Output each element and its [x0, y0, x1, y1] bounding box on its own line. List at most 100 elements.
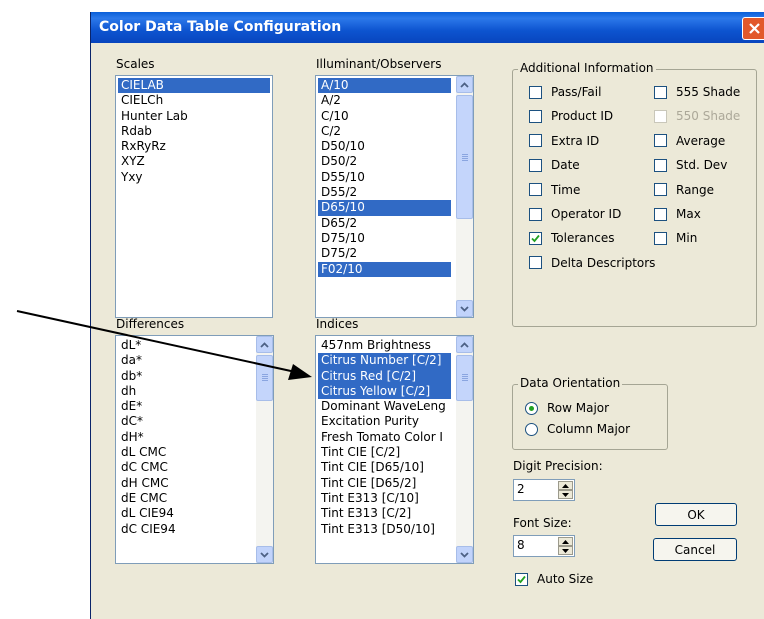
- checkbox-max[interactable]: Max: [654, 207, 701, 221]
- list-item[interactable]: Tint E313 [C/10]: [318, 491, 451, 506]
- checkbox-555-shade[interactable]: 555 Shade: [654, 85, 740, 99]
- checkbox-time[interactable]: Time: [529, 183, 580, 197]
- list-item[interactable]: dL CIE94: [118, 506, 251, 521]
- list-item[interactable]: dH*: [118, 430, 251, 445]
- scroll-up-button[interactable]: [256, 336, 273, 353]
- differences-listbox[interactable]: dL* da* db* dh dE* dC* dH* dL CMC dC CMC dH CMC dE…: [115, 335, 274, 564]
- scroll-down-button[interactable]: [456, 546, 473, 563]
- checkbox-box: [529, 134, 542, 148]
- checkbox-date[interactable]: Date: [529, 158, 580, 172]
- list-item[interactable]: dC CMC: [118, 460, 251, 475]
- list-item[interactable]: D50/10: [318, 139, 451, 154]
- auto-size-checkbox[interactable]: Auto Size: [515, 572, 593, 586]
- spin-down-button[interactable]: [558, 546, 573, 555]
- scroll-thumb[interactable]: [256, 355, 273, 401]
- list-item[interactable]: Citrus Red [C/2]: [318, 368, 451, 384]
- digit-precision-spinner[interactable]: 2: [513, 479, 575, 501]
- cancel-button[interactable]: Cancel: [653, 538, 737, 561]
- list-item[interactable]: dh: [118, 384, 251, 399]
- scroll-down-button[interactable]: [456, 300, 473, 317]
- checkbox-average[interactable]: Average: [654, 134, 725, 148]
- font-size-spinner[interactable]: 8: [513, 535, 575, 557]
- list-item[interactable]: Tint CIE [D65/2]: [318, 476, 451, 491]
- scroll-up-button[interactable]: [456, 76, 473, 93]
- spin-up-button[interactable]: [558, 481, 573, 490]
- checkbox-operator-id[interactable]: Operator ID: [529, 207, 621, 221]
- scroll-thumb[interactable]: [456, 95, 473, 219]
- differences-scrollbar[interactable]: [256, 336, 273, 563]
- scroll-down-button[interactable]: [256, 546, 273, 563]
- indices-listbox[interactable]: 457nm Brightness Citrus Number [C/2] Citru…: [315, 335, 474, 564]
- list-item[interactable]: Tint E313 [D50/10]: [318, 522, 451, 537]
- list-item[interactable]: CIELCh: [118, 93, 270, 108]
- scales-label: Scales: [116, 57, 155, 71]
- scales-items: CIELAB CIELCh Hunter Lab Rdab RxRyRz XYZ Yxy: [118, 78, 270, 185]
- digit-precision-value[interactable]: 2: [517, 482, 525, 496]
- list-item[interactable]: D50/2: [318, 154, 451, 169]
- list-item[interactable]: da*: [118, 353, 251, 368]
- list-item[interactable]: Citrus Yellow [C/2]: [318, 383, 451, 400]
- list-item[interactable]: Yxy: [118, 170, 270, 185]
- list-item[interactable]: D75/10: [318, 231, 451, 246]
- list-item[interactable]: Citrus Number [C/2]: [318, 353, 451, 369]
- list-item[interactable]: C/10: [318, 109, 451, 124]
- list-item[interactable]: D65/2: [318, 216, 451, 231]
- list-item[interactable]: db*: [118, 369, 251, 384]
- checkbox-std-dev[interactable]: Std. Dev: [654, 158, 727, 172]
- differences-label: Differences: [116, 317, 185, 331]
- checkbox-tolerances[interactable]: Tolerances: [529, 231, 614, 245]
- font-size-value[interactable]: 8: [517, 538, 525, 552]
- list-item[interactable]: dE CMC: [118, 491, 251, 506]
- checkbox-label: Delta Descriptors: [551, 255, 656, 270]
- list-item[interactable]: Tint CIE [D65/10]: [318, 460, 451, 475]
- checkbox-product-id[interactable]: Product ID: [529, 109, 613, 123]
- checkbox-extra-id[interactable]: Extra ID: [529, 134, 599, 148]
- list-item[interactable]: D75/2: [318, 246, 451, 261]
- list-item[interactable]: D55/2: [318, 185, 451, 200]
- list-item[interactable]: Fresh Tomato Color I: [318, 430, 451, 445]
- radio-row-major[interactable]: Row Major: [525, 401, 609, 415]
- illuminants-listbox[interactable]: A/10 A/2 C/10 C/2 D50/10 D50/2 D55/10 D55/2 D65/…: [315, 75, 474, 318]
- list-item[interactable]: Hunter Lab: [118, 109, 270, 124]
- list-item[interactable]: F02/10: [318, 261, 451, 277]
- checkbox-box: [654, 183, 667, 197]
- list-item[interactable]: CIELAB: [118, 78, 270, 94]
- checkbox-min[interactable]: Min: [654, 231, 697, 245]
- list-item[interactable]: dL CMC: [118, 445, 251, 460]
- illuminants-scrollbar[interactable]: [456, 76, 473, 317]
- list-item[interactable]: 457nm Brightness: [318, 338, 451, 353]
- ok-button[interactable]: OK: [655, 503, 737, 526]
- list-item[interactable]: dC*: [118, 414, 251, 429]
- title-bar[interactable]: Color Data Table Configuration: [91, 12, 764, 43]
- list-item[interactable]: RxRyRz: [118, 139, 270, 154]
- checkbox-delta-descriptors[interactable]: Delta Descriptors: [529, 256, 655, 270]
- spin-up-button[interactable]: [558, 537, 573, 546]
- list-item[interactable]: Excitation Purity: [318, 414, 451, 429]
- spin-down-button[interactable]: [558, 490, 573, 499]
- auto-size-label: Auto Size: [537, 572, 594, 586]
- list-item[interactable]: dC CIE94: [118, 522, 251, 537]
- list-item[interactable]: C/2: [318, 124, 451, 139]
- list-item[interactable]: A/2: [318, 93, 451, 108]
- list-item[interactable]: Rdab: [118, 124, 270, 139]
- scales-listbox[interactable]: CIELAB CIELCh Hunter Lab Rdab RxRyRz XYZ Yxy: [115, 75, 273, 318]
- list-item[interactable]: XYZ: [118, 154, 270, 169]
- checkbox-range[interactable]: Range: [654, 183, 714, 197]
- list-item[interactable]: Tint E313 [C/2]: [318, 506, 451, 521]
- checkbox-pass-fail[interactable]: Pass/Fail: [529, 85, 601, 99]
- list-item[interactable]: dH CMC: [118, 476, 251, 491]
- list-item[interactable]: Tint CIE [C/2]: [318, 445, 451, 460]
- list-item[interactable]: dL*: [118, 338, 251, 353]
- scroll-thumb[interactable]: [456, 355, 473, 401]
- scroll-up-button[interactable]: [456, 336, 473, 353]
- radio-column-major[interactable]: Column Major: [525, 422, 630, 436]
- radio-circle: [525, 401, 538, 415]
- close-button[interactable]: [742, 17, 764, 40]
- checkbox-label: Date: [551, 158, 580, 173]
- list-item[interactable]: D55/10: [318, 170, 451, 185]
- list-item[interactable]: A/10: [318, 78, 451, 94]
- list-item[interactable]: D65/10: [318, 200, 451, 216]
- indices-scrollbar[interactable]: [456, 336, 473, 563]
- list-item[interactable]: Dominant WaveLeng: [318, 399, 451, 414]
- list-item[interactable]: dE*: [118, 399, 251, 414]
